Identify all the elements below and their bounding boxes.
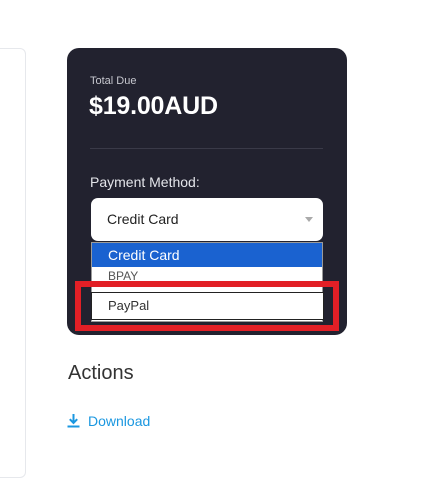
actions-heading: Actions	[68, 362, 134, 384]
option-credit-card[interactable]: Credit Card	[92, 243, 322, 267]
download-icon	[67, 414, 80, 428]
payment-method-select[interactable]: Credit Card	[91, 198, 323, 241]
left-panel	[0, 48, 26, 478]
divider	[90, 148, 323, 149]
download-link[interactable]: Download	[67, 413, 150, 429]
option-paypal[interactable]: PayPal	[91, 292, 324, 320]
total-due-label: Total Due	[90, 75, 137, 87]
download-label: Download	[88, 413, 151, 429]
payment-method-selected-value: Credit Card	[107, 211, 179, 227]
total-due-amount: $19.00AUD	[89, 92, 218, 120]
chevron-down-icon	[305, 217, 313, 222]
payment-method-label: Payment Method:	[90, 174, 200, 190]
